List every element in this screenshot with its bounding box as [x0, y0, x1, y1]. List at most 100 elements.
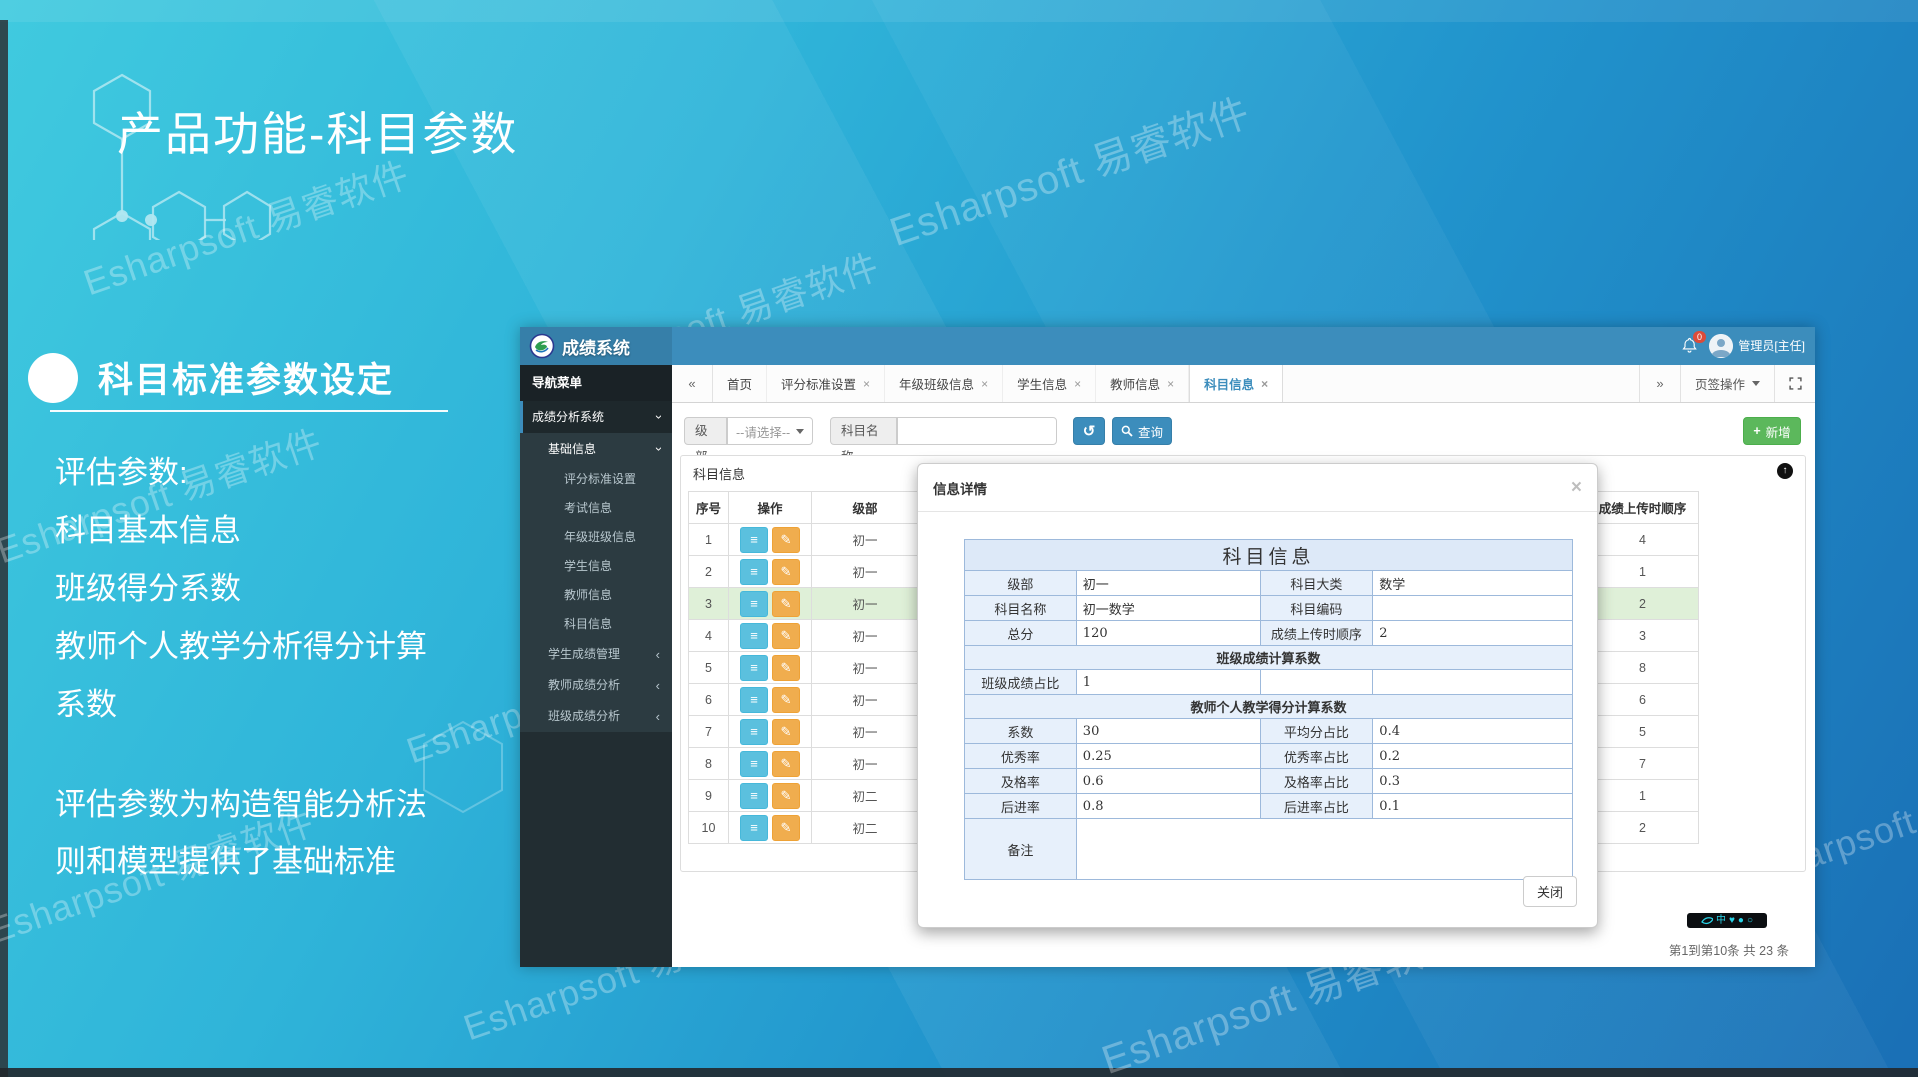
intro-text: 评估参数:科目基本信息班级得分系数教师个人教学分析得分计算系数 — [55, 444, 427, 734]
tab[interactable]: 教师信息 × — [1096, 365, 1189, 402]
row-actions-cell: ≡✎ — [729, 652, 812, 684]
row-index-cell: 1 — [689, 524, 729, 556]
sidebar-item[interactable]: 教师成绩分析‹ — [520, 670, 672, 701]
edit-button[interactable]: ✎ — [772, 655, 800, 681]
sidebar-item[interactable]: 年级班级信息 — [520, 523, 672, 552]
edit-button[interactable]: ✎ — [772, 751, 800, 777]
sidebar-item[interactable]: 基础信息 ‹ — [520, 433, 672, 465]
slide: Esharpsoft 易睿软件 Esharpsoft 易睿软件 Esharpso… — [0, 0, 1918, 1077]
search-button[interactable]: 查询 — [1112, 417, 1172, 445]
field-value-cell: 0.25 — [1076, 744, 1260, 769]
sidebar-item[interactable]: 班级成绩分析‹ — [520, 701, 672, 732]
row-index-cell: 7 — [689, 716, 729, 748]
tab-close-icon[interactable]: × — [1167, 377, 1174, 391]
field-value-cell: 0.3 — [1373, 769, 1573, 794]
field-label-cell: 成绩上传时顺序 — [1260, 621, 1373, 646]
plus-icon: + — [1753, 424, 1760, 438]
edit-button[interactable]: ✎ — [772, 783, 800, 809]
modal-close-icon[interactable]: × — [1571, 478, 1582, 497]
tab-operations-dropdown[interactable]: 页签操作 — [1680, 365, 1774, 402]
sidebar-item[interactable]: 学生信息 — [520, 552, 672, 581]
sidebar-item[interactable]: 评分标准设置 — [520, 465, 672, 494]
avatar[interactable] — [1709, 334, 1733, 358]
text-line: 评估参数为构造智能分析法 — [55, 776, 427, 833]
grade-cell: 初一 — [812, 620, 919, 652]
view-details-button[interactable]: ≡ — [740, 719, 768, 745]
text-line: 教师个人教学分析得分计算 — [55, 618, 427, 676]
view-details-button[interactable]: ≡ — [740, 623, 768, 649]
brand[interactable]: 成绩系统 — [520, 327, 672, 365]
row-actions-cell: ≡✎ — [729, 620, 812, 652]
edit-button[interactable]: ✎ — [772, 719, 800, 745]
refresh-button[interactable]: ↺ — [1073, 417, 1105, 445]
panel-title: 科目信息 — [693, 464, 745, 483]
tab[interactable]: 首页 — [713, 365, 767, 402]
row-actions-cell: ≡✎ — [729, 524, 812, 556]
user-menu[interactable]: 管理员[主任] — [1738, 327, 1805, 365]
sidebar-header: 导航菜单 — [520, 365, 672, 401]
tab-label: 教师信息 — [1110, 374, 1160, 393]
sidebar-item[interactable]: 成绩分析系统‹ — [520, 401, 672, 433]
edit-button[interactable]: ✎ — [772, 591, 800, 617]
tab-close-icon[interactable]: × — [1261, 377, 1268, 391]
column-header: 级部 — [812, 492, 919, 524]
text-line: 评估参数: — [55, 444, 427, 502]
tab[interactable]: 评分标准设置× — [767, 365, 885, 402]
edit-button[interactable]: ✎ — [772, 623, 800, 649]
close-button[interactable]: 关闭 — [1523, 876, 1577, 907]
panel-collapse-button[interactable]: ↑ — [1777, 463, 1793, 479]
field-value-cell: 1 — [1076, 670, 1260, 695]
detail-row: 总分120成绩上传时顺序2 — [965, 621, 1573, 646]
view-details-button[interactable]: ≡ — [740, 687, 768, 713]
tabs-scroll-right-button[interactable]: » — [1639, 365, 1680, 402]
edit-button[interactable]: ✎ — [772, 527, 800, 553]
tab[interactable]: 学生信息 × — [1003, 365, 1096, 402]
view-details-button[interactable]: ≡ — [740, 527, 768, 553]
view-details-button[interactable]: ≡ — [740, 591, 768, 617]
subject-name-input[interactable] — [897, 417, 1057, 445]
tab-label: 学生信息 — [1017, 374, 1067, 393]
row-actions-cell: ≡✎ — [729, 716, 812, 748]
detail-row: 班级成绩占比1 — [965, 670, 1573, 695]
column-header: 操作 — [729, 492, 812, 524]
grade-select[interactable]: --请选择-- — [727, 417, 813, 445]
view-details-button[interactable]: ≡ — [740, 655, 768, 681]
chevron-left-icon: ‹ — [656, 639, 660, 670]
field-label-cell: 优秀率 — [965, 744, 1077, 769]
edit-button[interactable]: ✎ — [772, 687, 800, 713]
tab-operations-label: 页签操作 — [1695, 374, 1745, 393]
sidebar-item[interactable]: 教师信息 — [520, 581, 672, 610]
sidebar-item[interactable]: 科目信息 — [520, 610, 672, 639]
view-details-button[interactable]: ≡ — [740, 559, 768, 585]
view-details-button[interactable]: ≡ — [740, 783, 768, 809]
sidebar-item[interactable]: 学生成绩管理‹ — [520, 639, 672, 670]
tab[interactable]: 年级班级信息× — [885, 365, 1003, 402]
view-details-button[interactable]: ≡ — [740, 815, 768, 841]
caret-down-icon — [1752, 381, 1760, 386]
field-label-cell: 科目名称 — [965, 596, 1077, 621]
edit-button[interactable]: ✎ — [772, 559, 800, 585]
fullscreen-button[interactable] — [1774, 365, 1815, 402]
edit-button[interactable]: ✎ — [772, 815, 800, 841]
sidebar-item-label: 评分标准设置 — [564, 472, 636, 486]
field-value-cell: 0.4 — [1373, 719, 1573, 744]
view-details-button[interactable]: ≡ — [740, 751, 768, 777]
row-index-cell: 3 — [689, 588, 729, 620]
tab-close-icon[interactable]: × — [863, 377, 870, 391]
sidebar-item-label: 基础信息 — [548, 442, 596, 456]
tab-close-icon[interactable]: × — [1074, 377, 1081, 391]
add-button[interactable]: + 新增 — [1743, 417, 1801, 445]
tab[interactable]: 科目信息× — [1189, 365, 1283, 402]
modal-body: 科目信息 级部初一科目大类数学科目名称初一数学科目编码总分120成绩上传时顺序2… — [918, 512, 1597, 880]
chevron-down-icon: ‹ — [642, 447, 674, 451]
refresh-icon: ↺ — [1083, 422, 1096, 440]
text-line: 则和模型提供了基础标准 — [55, 833, 427, 890]
field-label-cell: 及格率 — [965, 769, 1077, 794]
sidebar: 导航菜单 成绩分析系统‹ 基础信息 ‹ 评分标准设置考试信息年级班级信息学生信息教师信… — [520, 365, 672, 967]
notifications-button[interactable]: 0 — [1682, 337, 1697, 356]
tabs-scroll-left-button[interactable]: « — [672, 365, 713, 402]
sidebar-item[interactable]: 考试信息 — [520, 494, 672, 523]
top-navbar: 成绩系统 0 管理员[主任] — [520, 327, 1815, 365]
detail-table-title: 科目信息 — [965, 540, 1573, 571]
tab-close-icon[interactable]: × — [981, 377, 988, 391]
